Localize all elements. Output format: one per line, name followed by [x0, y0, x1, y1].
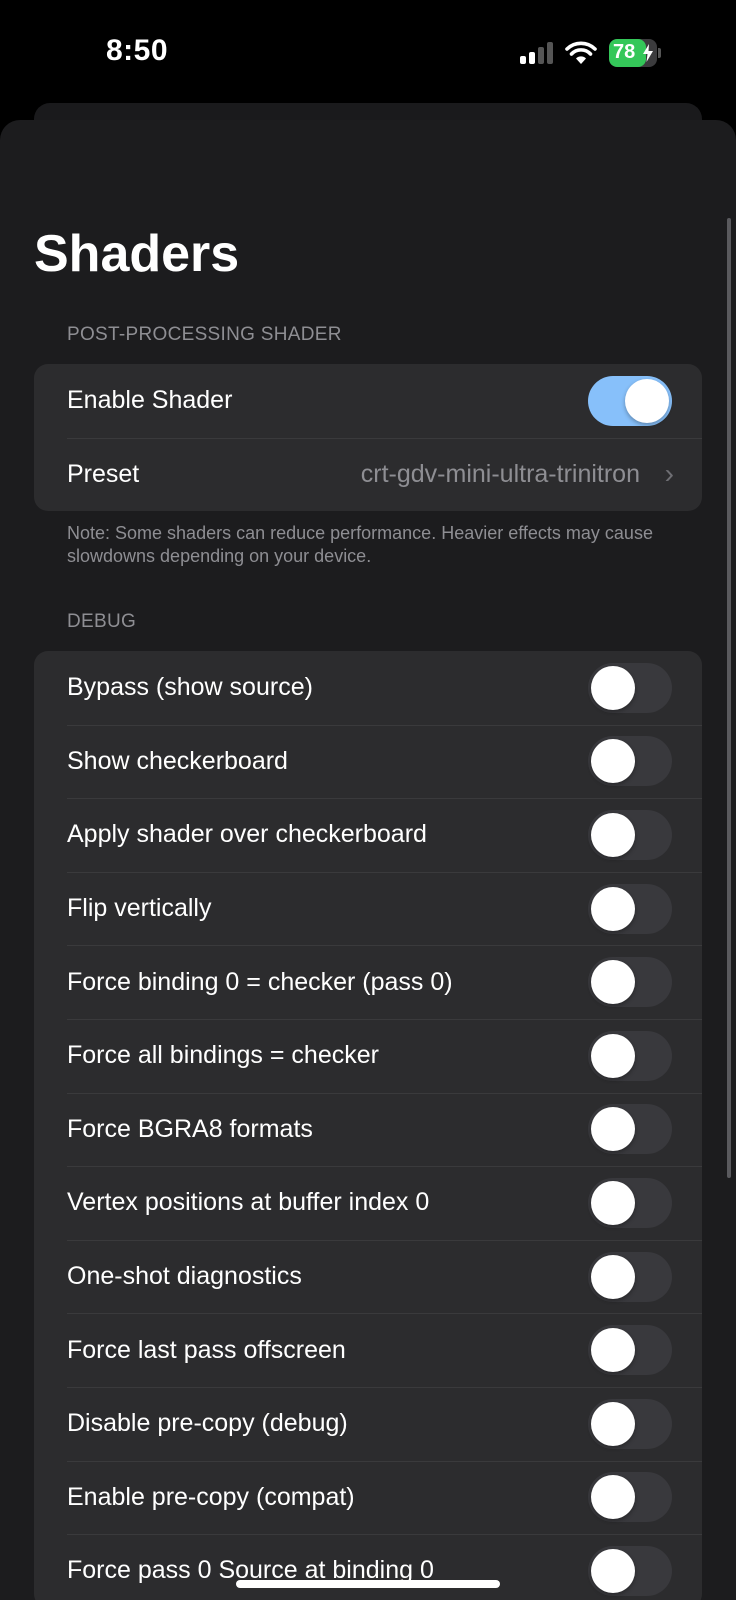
- toggle-knob: [591, 665, 635, 710]
- debug-row-label: Vertex positions at buffer index 0: [67, 1188, 430, 1217]
- charging-bolt-icon: [643, 44, 653, 62]
- enable-shader-row[interactable]: Enable Shader: [34, 364, 702, 438]
- toggle-knob: [591, 739, 635, 784]
- debug-toggle[interactable]: [588, 1177, 672, 1228]
- enable-shader-label: Enable Shader: [67, 386, 233, 415]
- toggle-knob: [591, 1033, 635, 1078]
- preset-value: crt-gdv-mini-ultra-trinitron: [360, 459, 640, 488]
- section-header-post-processing: POST-PROCESSING SHADER: [67, 324, 342, 345]
- debug-toggle[interactable]: [588, 1251, 672, 1302]
- page-title: Shaders: [34, 225, 240, 283]
- toggle-knob: [591, 960, 635, 1005]
- status-bar: 8:50 78: [0, 0, 736, 104]
- toggle-knob: [591, 886, 635, 931]
- battery-level: 78: [613, 41, 636, 63]
- status-time: 8:50: [106, 34, 169, 67]
- debug-toggle[interactable]: [588, 662, 672, 713]
- debug-row-label: Flip vertically: [67, 894, 212, 923]
- debug-row-label: Bypass (show source): [67, 673, 313, 702]
- debug-row-label: Force BGRA8 formats: [67, 1114, 313, 1143]
- debug-toggle[interactable]: [588, 1545, 672, 1596]
- debug-row[interactable]: Bypass (show source): [34, 651, 702, 725]
- preset-label: Preset: [67, 459, 140, 488]
- debug-group: Bypass (show source) Show checkerboard App…: [34, 651, 702, 1600]
- battery-icon: 78: [609, 39, 661, 67]
- debug-row-label: Force binding 0 = checker (pass 0): [67, 967, 453, 996]
- debug-row[interactable]: Vertex positions at buffer index 0: [34, 1166, 702, 1240]
- debug-row-label: Disable pre-copy (debug): [67, 1409, 348, 1438]
- post-processing-group: Enable Shader Preset crt-gdv-mini-ultra-…: [34, 364, 702, 512]
- debug-row[interactable]: Force last pass offscreen: [34, 1313, 702, 1387]
- debug-row-label: Force all bindings = checker: [67, 1041, 379, 1070]
- toggle-knob: [591, 1180, 635, 1225]
- toggle-knob: [591, 1254, 635, 1299]
- debug-row-label: Enable pre-copy (compat): [67, 1482, 355, 1511]
- debug-row[interactable]: Force pass 0 Source at binding 0: [34, 1534, 702, 1600]
- debug-toggle[interactable]: [588, 957, 672, 1008]
- chevron-right-icon: ›: [664, 457, 674, 489]
- debug-row[interactable]: Disable pre-copy (debug): [34, 1386, 702, 1461]
- toggle-knob: [625, 378, 669, 423]
- debug-toggle[interactable]: [588, 883, 672, 934]
- toggle-knob: [591, 1401, 635, 1446]
- debug-row-label: Force last pass offscreen: [67, 1335, 346, 1364]
- debug-row[interactable]: Force all bindings = checker: [34, 1018, 702, 1093]
- wifi-icon: [565, 41, 597, 64]
- debug-row[interactable]: Force BGRA8 formats: [34, 1092, 702, 1167]
- debug-toggle[interactable]: [588, 1472, 672, 1523]
- debug-toggle[interactable]: [588, 809, 672, 860]
- debug-toggle[interactable]: [588, 1398, 672, 1449]
- debug-row[interactable]: One-shot diagnostics: [34, 1239, 702, 1314]
- toggle-knob: [591, 1475, 635, 1520]
- debug-row-label: One-shot diagnostics: [67, 1262, 302, 1291]
- debug-toggle[interactable]: [588, 736, 672, 787]
- toggle-knob: [591, 1328, 635, 1373]
- performance-note: Note: Some shaders can reduce performanc…: [67, 523, 653, 566]
- section-header-debug: DEBUG: [67, 611, 137, 632]
- debug-row[interactable]: Force binding 0 = checker (pass 0): [34, 945, 702, 1019]
- debug-toggle[interactable]: [588, 1030, 672, 1081]
- debug-row-label: Show checkerboard: [67, 746, 288, 775]
- toggle-knob: [591, 1548, 635, 1593]
- toggle-knob: [591, 1107, 635, 1152]
- debug-row[interactable]: Flip vertically: [34, 871, 702, 946]
- enable-shader-toggle[interactable]: [588, 375, 672, 426]
- debug-row-label: Apply shader over checkerboard: [67, 820, 427, 849]
- scroll-indicator[interactable]: [727, 218, 731, 1178]
- status-icons: 78: [520, 38, 661, 68]
- cellular-signal-icon: [520, 42, 553, 64]
- debug-row[interactable]: Show checkerboard: [34, 724, 702, 799]
- debug-toggle[interactable]: [588, 1104, 672, 1155]
- debug-toggle[interactable]: [588, 1325, 672, 1376]
- home-indicator[interactable]: [236, 1580, 500, 1588]
- toggle-knob: [591, 812, 635, 857]
- preset-row[interactable]: Preset crt-gdv-mini-ultra-trinitron ›: [34, 437, 702, 512]
- debug-row[interactable]: Apply shader over checkerboard: [34, 798, 702, 872]
- debug-row[interactable]: Enable pre-copy (compat): [34, 1460, 702, 1535]
